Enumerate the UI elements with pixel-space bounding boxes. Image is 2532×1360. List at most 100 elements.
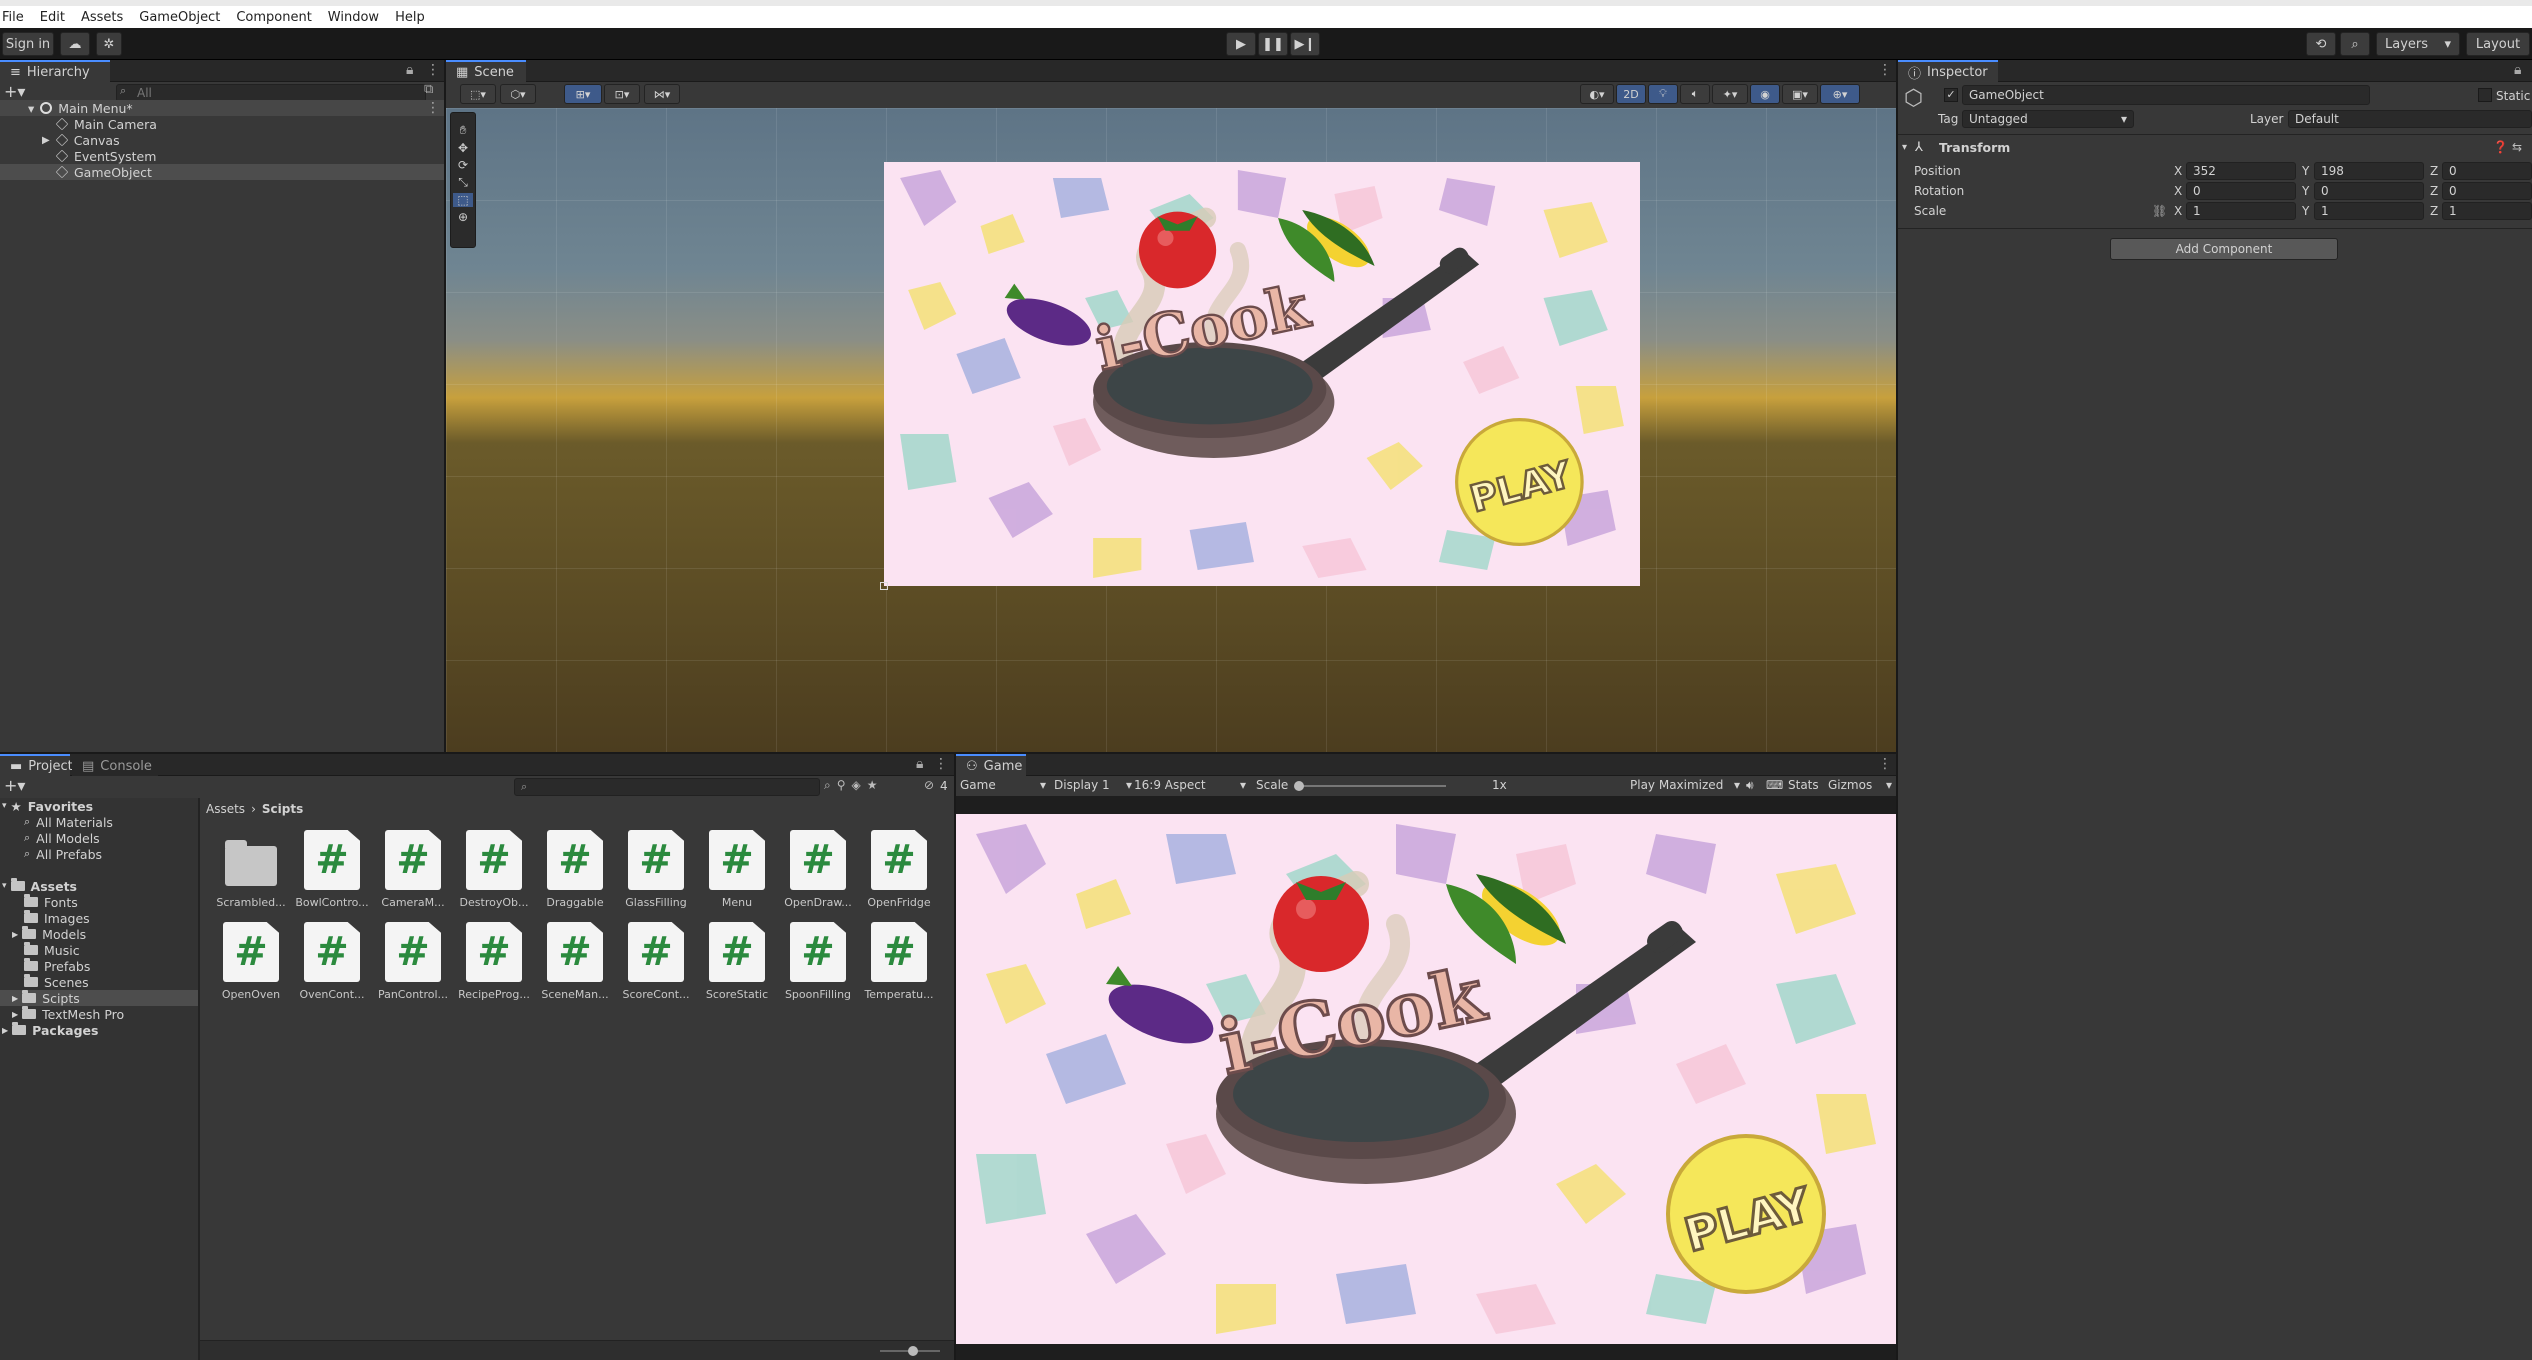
sign-in-button[interactable]: Sign in bbox=[2, 32, 54, 56]
breadcrumb-root[interactable]: Assets bbox=[206, 802, 245, 816]
more-menu-icon[interactable]: ⋮ bbox=[1878, 62, 1892, 78]
tag-dropdown[interactable]: Untagged ▾ bbox=[1962, 110, 2134, 128]
expand-arrow-icon[interactable]: ▶ bbox=[12, 930, 18, 939]
tab-game[interactable]: ⚇ Game bbox=[956, 754, 1026, 776]
folder-item[interactable]: Fonts bbox=[24, 894, 78, 910]
folder-item[interactable]: Images bbox=[24, 910, 90, 926]
expand-arrow-icon[interactable]: ▾ bbox=[28, 101, 34, 116]
effects-dropdown[interactable]: ✦▾ bbox=[1712, 84, 1748, 104]
script-asset[interactable]: # DestroyOb... bbox=[453, 830, 535, 909]
folder-item[interactable]: Scenes bbox=[24, 974, 89, 990]
light-toggle-icon[interactable]: 💡︎ bbox=[1648, 84, 1678, 104]
game-viewport-artwork[interactable]: i-Cook PLAY bbox=[956, 814, 1896, 1344]
gizmos-dropdown[interactable]: Gizmos ▾ bbox=[1828, 778, 1892, 792]
hierarchy-item-eventsystem[interactable]: EventSystem bbox=[55, 148, 156, 164]
create-icon[interactable]: +▾ bbox=[4, 776, 28, 796]
folder-item-selected[interactable]: ▶ Scipts bbox=[0, 990, 198, 1006]
aspect-dropdown[interactable]: 16:9 Aspect ▾ bbox=[1134, 778, 1246, 792]
hierarchy-item-gameobject[interactable]: GameObject bbox=[0, 164, 444, 180]
splitter[interactable] bbox=[198, 798, 200, 1360]
project-search-input[interactable]: ⌕ bbox=[514, 778, 820, 796]
shading-dropdown[interactable]: ⬡▾ bbox=[500, 84, 536, 104]
tab-inspector[interactable]: ⓘ Inspector bbox=[1898, 60, 1998, 82]
lock-icon[interactable]: 🔒︎ bbox=[406, 62, 413, 78]
scale-slider-thumb[interactable] bbox=[1294, 781, 1304, 791]
audio-toggle-icon[interactable]: 🔈︎ bbox=[1680, 84, 1710, 104]
script-asset[interactable]: # OpenOven bbox=[210, 922, 292, 1001]
camera-dropdown[interactable]: ▣▾ bbox=[1782, 84, 1818, 104]
expand-arrow-icon[interactable]: ▶ bbox=[12, 994, 18, 1003]
collapse-arrow-icon[interactable]: ▾ bbox=[1902, 142, 1907, 153]
layer-dropdown[interactable]: Default bbox=[2288, 110, 2532, 128]
tab-project[interactable]: ▬ Project bbox=[0, 754, 73, 776]
rotation-x-field[interactable]: 0 bbox=[2186, 182, 2296, 200]
menu-assets[interactable]: Assets bbox=[81, 10, 123, 25]
scene-visibility-icon[interactable]: ⧉ bbox=[424, 82, 433, 97]
expand-arrow-icon[interactable]: ▾ bbox=[2, 881, 7, 891]
hierarchy-item-main-camera[interactable]: Main Camera bbox=[55, 116, 157, 132]
script-asset[interactable]: # OpenDraw... bbox=[777, 830, 859, 909]
add-icon[interactable]: +▾ bbox=[4, 82, 28, 102]
script-asset[interactable]: # GlassFilling bbox=[615, 830, 697, 909]
breadcrumb-current[interactable]: Scipts bbox=[262, 802, 303, 816]
mute-audio-icon[interactable]: 🔊︎ bbox=[1746, 778, 1754, 793]
folder-item[interactable]: ▶ TextMesh Pro bbox=[12, 1006, 124, 1022]
scale-tool-icon[interactable]: ⤡ bbox=[458, 175, 468, 190]
hidden-packages-icon[interactable]: ⊘ bbox=[924, 778, 934, 792]
step-button[interactable]: ▶❙ bbox=[1290, 32, 1320, 56]
game-mode-dropdown[interactable]: Game ▾ bbox=[960, 778, 1046, 792]
static-checkbox[interactable] bbox=[2478, 88, 2492, 102]
script-asset[interactable]: # PanControl... bbox=[372, 922, 454, 1001]
hierarchy-item-canvas[interactable]: ▶ Canvas bbox=[42, 132, 120, 148]
2d-toggle[interactable]: 2D bbox=[1616, 84, 1646, 104]
pause-button[interactable]: ❚❚ bbox=[1258, 32, 1288, 56]
favorites-header[interactable]: ▾ ★ Favorites bbox=[2, 798, 93, 814]
play-mode-dropdown[interactable]: Play Maximized ▾ bbox=[1630, 778, 1740, 792]
component-menu-icons[interactable]: ❓ ⇆ bbox=[2493, 140, 2522, 154]
cloud-icon[interactable]: ☁ bbox=[60, 32, 90, 56]
script-asset[interactable]: # SceneMan... bbox=[534, 922, 616, 1001]
lock-icon[interactable]: 🔒︎ bbox=[916, 756, 923, 772]
transform-header[interactable]: ▾ ⅄ Transform ❓ ⇆ bbox=[1898, 136, 2532, 158]
scene-canvas-artwork[interactable]: i-Cook PLAY bbox=[884, 162, 1640, 586]
rect-handle[interactable] bbox=[880, 582, 888, 590]
scale-z-field[interactable]: 1 bbox=[2442, 202, 2532, 220]
folder-item[interactable]: ▶ Models bbox=[12, 926, 86, 942]
expand-arrow-icon[interactable]: ▶ bbox=[12, 1010, 18, 1019]
favorite-item[interactable]: ⌕ All Models bbox=[24, 830, 100, 846]
object-name-field[interactable]: GameObject bbox=[1962, 85, 2370, 105]
packages-folder[interactable]: ▶ Packages bbox=[2, 1022, 98, 1038]
move-tool-icon[interactable]: ✥ bbox=[458, 141, 468, 155]
draw-mode-dropdown[interactable]: ⬚▾ bbox=[460, 84, 496, 104]
menu-component[interactable]: Component bbox=[236, 10, 311, 25]
link-scale-icon[interactable]: ⛓︎ bbox=[2152, 204, 2167, 218]
folder-item[interactable]: Prefabs bbox=[24, 958, 90, 974]
active-checkbox[interactable]: ✓ bbox=[1944, 88, 1958, 102]
scene-viewport[interactable]: ✋︎ ✥ ⟳ ⤡ ⬚ ⊕ i-Cook PLAY bbox=[446, 108, 1896, 752]
stats-button[interactable]: Stats bbox=[1788, 778, 1819, 792]
scale-y-field[interactable]: 1 bbox=[2314, 202, 2424, 220]
tab-scene[interactable]: ▦ Scene bbox=[446, 60, 526, 82]
menu-window[interactable]: Window bbox=[328, 10, 379, 25]
script-asset[interactable]: # CameraM... bbox=[372, 830, 454, 909]
folder-item[interactable]: Music bbox=[24, 942, 80, 958]
rotate-tool-icon[interactable]: ⟳ bbox=[458, 158, 468, 172]
favorite-item[interactable]: ⌕ All Prefabs bbox=[24, 846, 102, 862]
script-asset[interactable]: # OpenFridge bbox=[858, 830, 940, 909]
layers-dropdown[interactable]: Layers ▾ bbox=[2376, 32, 2460, 56]
asset-folder[interactable]: Scrambled... bbox=[210, 830, 292, 909]
script-asset[interactable]: # OvenCont... bbox=[291, 922, 373, 1001]
scale-x-field[interactable]: 1 bbox=[2186, 202, 2296, 220]
tab-hierarchy[interactable]: ≡ Hierarchy bbox=[0, 60, 110, 82]
scene-row[interactable]: ▾ Main Menu* bbox=[0, 100, 444, 116]
search-icon[interactable]: ⌕ bbox=[2340, 32, 2370, 56]
hand-tool-icon[interactable]: ✋︎ bbox=[460, 123, 467, 138]
history-icon[interactable]: ⟲ bbox=[2306, 32, 2336, 56]
script-asset[interactable]: # Draggable bbox=[534, 830, 616, 909]
snap-settings-dropdown[interactable]: ⋈▾ bbox=[644, 84, 680, 104]
expand-arrow-icon[interactable]: ▶ bbox=[42, 135, 50, 146]
position-x-field[interactable]: 352 bbox=[2186, 162, 2296, 180]
script-asset[interactable]: # Menu bbox=[696, 830, 778, 909]
filter-icons[interactable]: ⌕⚲◈★ bbox=[824, 778, 884, 793]
lighting-dropdown[interactable]: ◐▾ bbox=[1580, 84, 1614, 104]
